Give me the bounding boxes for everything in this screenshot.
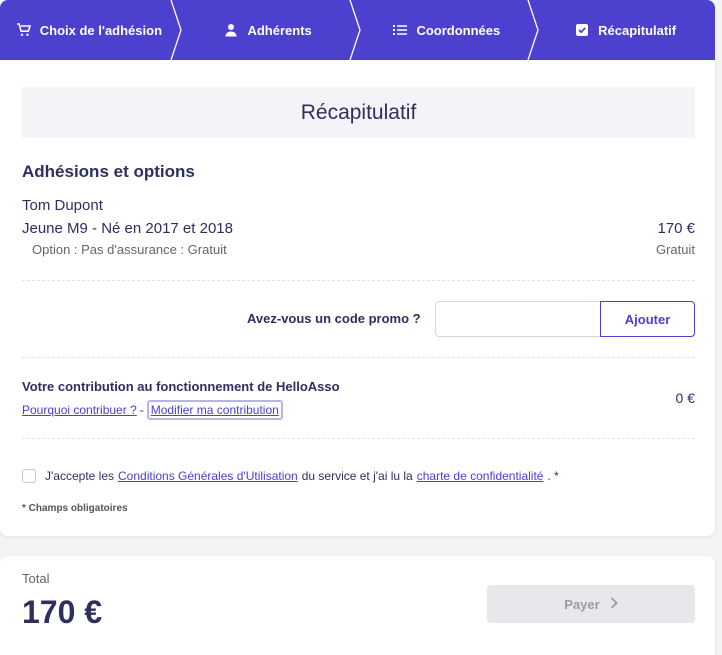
required-fields-note: * Champs obligatoires — [22, 503, 128, 514]
section-title: Adhésions et options — [22, 162, 195, 181]
option-line: Option : Pas d'assurance : Gratuit — [32, 242, 227, 257]
contribution-title: Votre contribution au fonctionnement de … — [22, 379, 340, 394]
total-label: Total — [22, 571, 50, 586]
user-icon — [224, 23, 238, 37]
step-choix-adhesion[interactable]: Choix de l'adhésion — [0, 0, 182, 60]
page-title: Récapitulatif — [300, 100, 417, 124]
total-amount: 170 € — [22, 594, 103, 630]
contribution-links: Pourquoi contribuer ? - Modifier ma cont… — [22, 400, 283, 420]
list-icon — [393, 23, 408, 37]
why-contribute-link[interactable]: Pourquoi contribuer ? — [22, 403, 137, 417]
membership-item-name: Jeune M9 - Né en 2017 et 2018 — [22, 220, 233, 237]
total-card: Total 170 € Payer — [0, 556, 715, 655]
chevron-separator — [348, 0, 361, 60]
promo-label: Avez-vous un code promo ? — [247, 311, 421, 326]
divider — [22, 357, 695, 358]
step-recapitulatif[interactable]: Récapitulatif — [536, 0, 715, 60]
modify-contribution-link[interactable]: Modifier ma contribution — [151, 403, 279, 417]
privacy-link[interactable]: charte de confidentialité — [417, 469, 544, 483]
add-promo-button[interactable]: Ajouter — [600, 301, 695, 337]
summary-title-bar: Récapitulatif — [22, 87, 695, 138]
option-price: Gratuit — [655, 242, 695, 257]
step-adherents[interactable]: Adhérents — [179, 0, 361, 60]
pay-button-label: Payer — [564, 596, 600, 612]
link-separator: - — [139, 403, 144, 417]
divider — [22, 280, 695, 281]
terms-middle: du service et j'ai lu la — [301, 469, 413, 483]
step-label: Coordonnées — [416, 22, 501, 38]
pay-button[interactable]: Payer — [487, 585, 695, 623]
focus-ring: Modifier ma contribution — [146, 400, 283, 420]
promo-code-input[interactable] — [435, 301, 601, 337]
contribution-amount: 0 € — [675, 390, 695, 406]
step-label: Récapitulatif — [598, 22, 677, 38]
membership-item-price: 170 € — [657, 220, 695, 237]
checkout-stepper: Choix de l'adhésion Adhérents Coordonnée… — [0, 0, 715, 60]
terms-suffix: . * — [547, 469, 559, 483]
cgu-link[interactable]: Conditions Générales d'Utilisation — [118, 469, 298, 483]
divider — [22, 438, 695, 439]
cart-icon — [16, 23, 31, 37]
chevron-right-icon — [610, 596, 618, 612]
terms-checkbox[interactable] — [22, 469, 36, 483]
step-label: Adhérents — [247, 22, 312, 38]
step-label: Choix de l'adhésion — [39, 22, 163, 38]
checkbox-icon — [575, 23, 589, 37]
member-name: Tom Dupont — [22, 197, 103, 214]
terms-row: J'accepte les Conditions Générales d'Uti… — [22, 469, 559, 483]
chevron-separator — [170, 0, 182, 60]
chevron-separator — [527, 0, 539, 60]
terms-prefix: J'accepte les — [45, 469, 114, 483]
summary-card: Récapitulatif Adhésions et options Tom D… — [0, 60, 715, 536]
step-coordonnees[interactable]: Coordonnées — [358, 0, 539, 60]
